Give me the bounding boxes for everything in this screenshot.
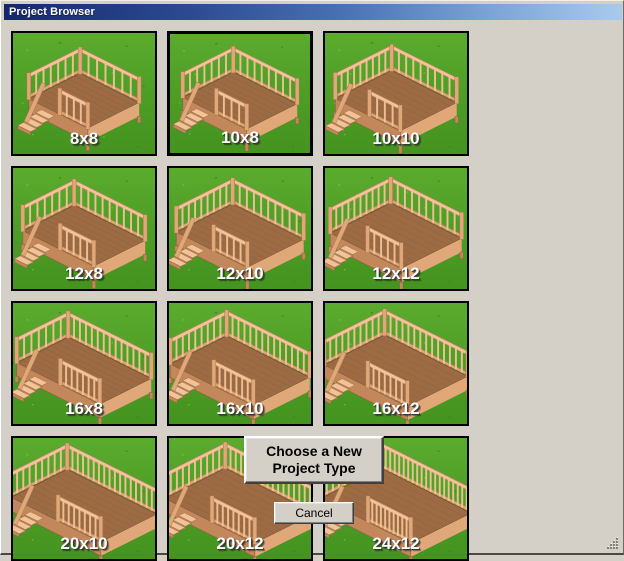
project-tile-8x8[interactable]: 8x8 — [11, 31, 157, 156]
choose-button-line1: Choose a New — [266, 443, 362, 459]
project-tile-20x10[interactable]: 20x10 — [11, 436, 157, 561]
project-tile-16x12[interactable]: 16x12 — [323, 301, 469, 426]
project-tile-10x10[interactable]: 10x10 — [323, 31, 469, 156]
project-browser-dialog: Project Browser 8x810x810x10 12x812x1012x… — [0, 0, 624, 555]
project-tile-12x12[interactable]: 12x12 — [323, 166, 469, 291]
resize-grip-icon[interactable] — [606, 536, 620, 550]
window-title: Project Browser — [4, 6, 95, 18]
project-tile-16x8[interactable]: 16x8 — [11, 301, 157, 426]
project-tile-10x8[interactable]: 10x8 — [167, 31, 313, 156]
titlebar: Project Browser — [4, 4, 622, 20]
cancel-button[interactable]: Cancel — [274, 502, 354, 524]
project-tile-12x10[interactable]: 12x10 — [167, 166, 313, 291]
choose-button-line2: Project Type — [273, 460, 356, 476]
choose-new-project-type-button[interactable]: Choose a New Project Type — [244, 436, 384, 484]
project-tile-16x10[interactable]: 16x10 — [167, 301, 313, 426]
project-tile-12x8[interactable]: 12x8 — [11, 166, 157, 291]
